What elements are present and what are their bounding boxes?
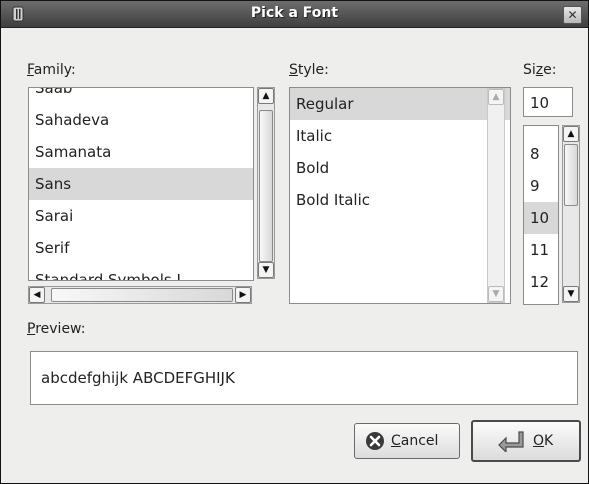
ok-label: OK — [533, 433, 554, 449]
scroll-down-icon[interactable]: ▼ — [258, 262, 274, 278]
size-scroll-up-icon[interactable]: ▲ — [563, 126, 579, 142]
family-item-sans[interactable]: Sans — [29, 168, 253, 200]
cancel-label: Cancel — [391, 433, 439, 449]
close-icon[interactable]: ✕ — [563, 6, 582, 24]
style-item-bold-italic[interactable]: Bold Italic — [290, 184, 510, 216]
family-scroll-thumb[interactable] — [259, 110, 273, 262]
preview-text-field[interactable]: abcdefghijk ABCDEFGHIJK — [30, 351, 578, 405]
size-item-10[interactable]: 10 — [524, 202, 558, 234]
size-item-9[interactable]: 9 — [524, 170, 558, 202]
size-item-11[interactable]: 11 — [524, 234, 558, 266]
window-title: Pick a Font — [250, 5, 339, 21]
family-item-serif[interactable]: Serif — [29, 232, 253, 264]
family-hscroll-thumb[interactable] — [51, 288, 233, 302]
style-item-italic[interactable]: Italic — [290, 120, 510, 152]
font-dialog-window: Pick a Font ✕ Family: Saab Sahadeva Sama… — [0, 0, 589, 484]
style-scroll-up-icon[interactable]: ▲ — [488, 89, 504, 105]
scroll-up-icon[interactable]: ▲ — [258, 88, 274, 104]
style-item-bold[interactable]: Bold — [290, 152, 510, 184]
size-item-8[interactable]: 8 — [524, 138, 558, 170]
title-bar[interactable]: Pick a Font ✕ — [1, 1, 588, 28]
family-item-standard-symbols[interactable]: Standard Symbols L — [29, 264, 253, 280]
size-list[interactable]: 8 9 10 11 12 — [523, 125, 559, 305]
family-vertical-scrollbar[interactable]: ▲ ▼ — [257, 87, 275, 279]
size-label: Size: — [523, 62, 557, 78]
size-scroll-thumb[interactable] — [564, 144, 578, 206]
size-vertical-scrollbar[interactable]: ▲ ▼ — [562, 125, 580, 303]
ok-button[interactable]: OK — [471, 420, 581, 462]
scroll-left-icon[interactable]: ◀ — [29, 287, 45, 303]
cancel-icon — [366, 432, 384, 450]
style-item-regular[interactable]: Regular — [290, 88, 510, 120]
family-item-samanata[interactable]: Samanata — [29, 136, 253, 168]
scroll-right-icon[interactable]: ▶ — [235, 287, 251, 303]
style-label: Style: — [289, 62, 329, 78]
ok-return-icon — [498, 431, 524, 452]
cancel-button[interactable]: Cancel — [354, 423, 460, 459]
preview-label: Preview: — [27, 321, 86, 337]
style-list[interactable]: Regular Italic Bold Bold Italic ▲ ▼ — [289, 87, 511, 304]
size-input[interactable]: 10 — [523, 87, 573, 117]
family-list[interactable]: Saab Sahadeva Samanata Sans Sarai Serif … — [28, 87, 254, 281]
style-vertical-scrollbar[interactable]: ▲ ▼ — [487, 88, 505, 303]
size-item-12[interactable]: 12 — [524, 266, 558, 298]
family-item-saab[interactable]: Saab — [29, 88, 253, 104]
size-scroll-down-icon[interactable]: ▼ — [563, 286, 579, 302]
style-scroll-down-icon[interactable]: ▼ — [488, 286, 504, 302]
family-item-sahadeva[interactable]: Sahadeva — [29, 104, 253, 136]
family-item-sarai[interactable]: Sarai — [29, 200, 253, 232]
family-horizontal-scrollbar[interactable]: ◀ ▶ — [28, 286, 252, 304]
family-label: Family: — [27, 62, 76, 78]
